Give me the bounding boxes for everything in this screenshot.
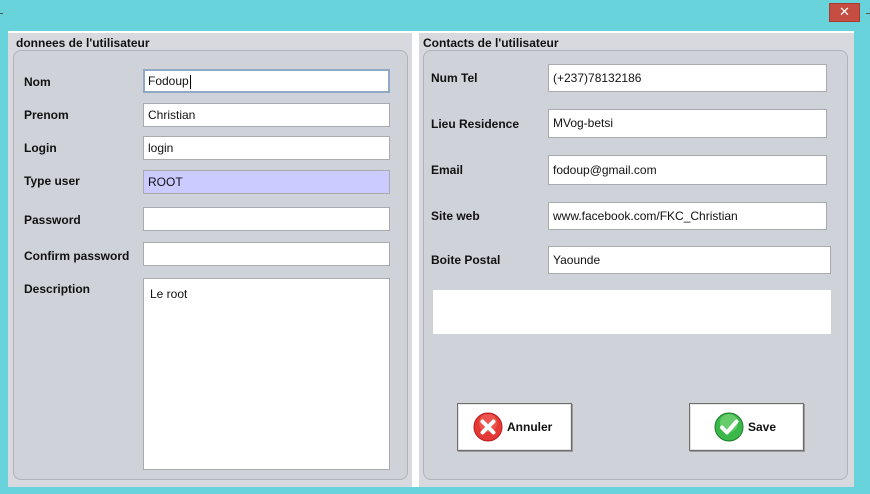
window-frame-edge — [0, 13, 3, 14]
boite-postal-label: Boite Postal — [431, 253, 501, 267]
num-tel-input[interactable]: (+237)78132186 — [548, 64, 827, 92]
site-web-input[interactable]: www.facebook.com/FKC_Christian — [548, 202, 827, 230]
password-input[interactable] — [143, 207, 390, 231]
boite-postal-input[interactable]: Yaounde — [548, 246, 831, 274]
close-icon: ✕ — [839, 5, 850, 20]
text-caret — [189, 74, 191, 89]
annuler-button[interactable]: Annuler — [457, 403, 572, 451]
password-label: Password — [24, 213, 81, 227]
save-button-label: Save — [748, 420, 777, 434]
user-data-group: Nom Fodoup Prenom Christian Login login … — [13, 50, 408, 480]
type-user-label: Type user — [24, 174, 80, 188]
checkmark-icon — [714, 412, 744, 442]
window-frame-edge — [866, 13, 870, 14]
user-data-panel-title: donnees de l'utilisateur — [16, 36, 150, 50]
login-label: Login — [24, 141, 57, 155]
lieu-residence-label: Lieu Residence — [431, 117, 520, 131]
user-contacts-panel: Contacts de l'utilisateur Num Tel (+237)… — [419, 33, 854, 487]
save-button[interactable]: Save — [689, 403, 804, 451]
user-data-panel: donnees de l'utilisateur Nom Fodoup Pren… — [8, 33, 412, 487]
prenom-input[interactable]: Christian — [143, 103, 390, 127]
nom-input[interactable]: Fodoup — [143, 69, 390, 93]
cancel-x-icon — [473, 412, 503, 442]
num-tel-label: Num Tel — [431, 71, 478, 85]
email-input[interactable]: fodoup@gmail.com — [548, 155, 827, 185]
email-label: Email — [431, 163, 464, 177]
description-textarea[interactable]: Le root — [143, 278, 390, 470]
lieu-residence-input[interactable]: MVog-betsi — [548, 109, 827, 138]
nom-label: Nom — [24, 75, 51, 89]
description-label: Description — [24, 282, 91, 296]
confirm-password-input[interactable] — [143, 242, 390, 266]
close-window-button[interactable]: ✕ — [829, 3, 860, 22]
confirm-password-label: Confirm password — [24, 249, 130, 263]
annuler-button-label: Annuler — [507, 420, 553, 434]
login-input[interactable]: login — [143, 136, 390, 160]
user-contacts-group: Num Tel (+237)78132186 Lieu Residence MV… — [423, 50, 848, 480]
type-user-select[interactable]: ROOT — [143, 170, 390, 194]
site-web-label: Site web — [431, 209, 480, 223]
empty-panel-area — [433, 290, 831, 334]
prenom-label: Prenom — [24, 108, 69, 122]
user-contacts-panel-title: Contacts de l'utilisateur — [423, 36, 559, 50]
